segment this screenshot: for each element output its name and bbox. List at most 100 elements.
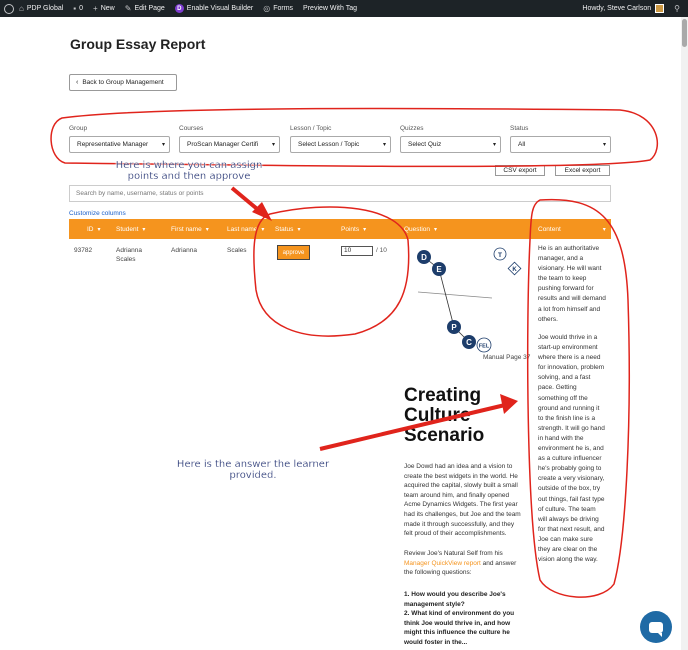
quiz-select-value: Select Quiz: [408, 141, 442, 148]
chat-icon: [649, 621, 663, 637]
site-name-label: PDP Global: [26, 5, 64, 12]
edit-page-link[interactable]: ✎ Edit Page: [120, 0, 170, 17]
manual-page-label: Manual Page 37: [483, 354, 531, 361]
instructions-text: Review Joe's Natural Self from his: [404, 550, 503, 557]
heading-line: Creating: [404, 385, 482, 406]
column-header-question[interactable]: Question ▾: [404, 219, 437, 239]
diagram-label-t: T: [498, 252, 502, 259]
diagram-label-e: E: [436, 265, 442, 274]
forms-link[interactable]: ◎ Forms: [258, 0, 298, 17]
column-header-label: Points: [341, 225, 360, 233]
filter-quizzes-label: Quizzes: [400, 125, 424, 132]
lesson-select-value: Select Lesson / Topic: [298, 141, 360, 148]
forms-icon: ◎: [263, 4, 271, 13]
filter-lesson-topic: Lesson / Topic Select Lesson / Topic ▾: [290, 125, 391, 153]
diagram-label-c: C: [466, 338, 472, 347]
points-max: / 10: [376, 247, 387, 254]
disc-profile-diagram: D E T K P C FEL: [404, 244, 526, 354]
column-header-points[interactable]: Points ▾: [341, 219, 366, 239]
courses-select-value: ProScan Manager Certifi: [187, 141, 259, 148]
annotation-line: Here is where you can assign: [115, 160, 263, 171]
forms-label: Forms: [273, 5, 294, 12]
filter-courses-label: Courses: [179, 125, 204, 132]
manager-quickview-link[interactable]: Manager QuickView report: [404, 560, 481, 567]
cell-student: Adrianna Scales: [116, 246, 142, 264]
diagram-profile-line: [423, 256, 470, 343]
plus-icon: +: [93, 4, 98, 13]
home-icon: ⌂: [19, 4, 24, 13]
annotation-line: Here is the answer the learner: [176, 459, 330, 470]
search-input[interactable]: Search by name, username, status or poin…: [69, 185, 611, 202]
search-icon: ⚲: [674, 4, 680, 13]
cell-first-name: Adrianna: [171, 247, 198, 254]
heading-line: Scenario: [404, 425, 485, 446]
cell-id: 93782: [74, 247, 93, 254]
answer-paragraph: Joe would thrive in a start-up environme…: [538, 334, 605, 564]
column-header-last-name[interactable]: Last name ▾: [227, 219, 264, 239]
preview-link[interactable]: Preview With Tag: [298, 0, 362, 17]
question-list: 1. How would you describe Joe's manageme…: [404, 590, 522, 648]
column-header-status[interactable]: Status ▾: [275, 219, 300, 239]
annotation-text-assign-points: Here is where you can assign points and …: [104, 160, 274, 182]
group-select[interactable]: Representative Manager ▾: [69, 136, 170, 153]
cell-last-name: Scales: [227, 247, 247, 254]
scrollbar-thumb[interactable]: [682, 19, 687, 47]
page-scrollbar[interactable]: [681, 17, 688, 650]
group-select-value: Representative Manager: [77, 141, 149, 148]
back-button-label: Back to Group Management: [82, 79, 164, 86]
chevron-down-icon: ▾: [434, 226, 438, 233]
preview-label: Preview With Tag: [303, 5, 357, 12]
status-select-value: All: [518, 141, 526, 148]
lesson-topic-select[interactable]: Select Lesson / Topic ▾: [290, 136, 391, 153]
column-header-content[interactable]: Content ▾: [538, 219, 606, 239]
student-last: Scales: [116, 256, 136, 263]
chevron-down-icon: ▾: [492, 142, 496, 148]
comments-link[interactable]: ▪ 0: [68, 0, 88, 17]
pencil-icon: ✎: [124, 4, 132, 13]
approve-button[interactable]: approve: [277, 245, 310, 260]
new-content-link[interactable]: + New: [88, 0, 120, 17]
diagram-label-p: P: [451, 323, 457, 332]
divi-icon: D: [174, 4, 184, 13]
chat-widget-button[interactable]: [640, 611, 672, 643]
filter-status: Status All ▾: [510, 125, 611, 153]
heading-line: Culture: [404, 405, 471, 426]
column-header-label: Question: [404, 225, 431, 233]
visual-builder-link[interactable]: D Enable Visual Builder: [170, 0, 258, 17]
chevron-left-icon: ‹: [76, 79, 79, 86]
column-header-id[interactable]: ID ▾: [87, 219, 101, 239]
filter-status-label: Status: [510, 125, 529, 132]
chevron-down-icon: ▾: [261, 226, 265, 233]
back-to-group-management-button[interactable]: ‹ Back to Group Management: [69, 74, 177, 91]
chevron-down-icon: ▾: [363, 226, 367, 233]
question-item: 2. What kind of environment do you think…: [404, 610, 515, 646]
annotation-text-answer: Here is the answer the learner provided.: [163, 459, 343, 481]
column-header-first-name[interactable]: First name ▾: [171, 219, 209, 239]
site-name-link[interactable]: ⌂ PDP Global: [14, 0, 68, 17]
column-header-label: Student: [116, 225, 139, 233]
excel-export-button[interactable]: Excel export: [555, 165, 610, 176]
customize-columns-link[interactable]: Customize columns: [69, 210, 126, 217]
wordpress-logo-icon[interactable]: [4, 3, 14, 14]
edit-page-label: Edit Page: [134, 5, 165, 12]
annotation-line: provided.: [229, 470, 277, 481]
column-header-student[interactable]: Student ▾: [116, 219, 145, 239]
avatar: [655, 4, 665, 13]
wp-admin-bar: ⌂ PDP Global ▪ 0 + New ✎ Edit Page D Ena…: [0, 0, 688, 17]
chevron-down-icon: ▾: [297, 226, 301, 233]
points-input[interactable]: 10: [341, 246, 373, 256]
status-select[interactable]: All ▾: [510, 136, 611, 153]
quiz-select[interactable]: Select Quiz ▾: [400, 136, 501, 153]
account-menu[interactable]: Howdy, Steve Carlson: [577, 0, 669, 17]
diagram-midline: [417, 291, 493, 299]
courses-select[interactable]: ProScan Manager Certifi ▾: [179, 136, 280, 153]
student-first: Adrianna: [116, 247, 143, 254]
admin-search-button[interactable]: ⚲: [669, 0, 688, 17]
question-heading: Creating Culture Scenario: [404, 386, 524, 446]
csv-export-button[interactable]: CSV export: [495, 165, 545, 176]
comments-count: 0: [79, 5, 84, 12]
column-header-label: First name: [171, 225, 202, 233]
column-header-label: Content: [538, 225, 561, 233]
question-instructions: Review Joe's Natural Self from his Manag…: [404, 549, 522, 578]
chevron-down-icon: ▾: [602, 142, 606, 148]
